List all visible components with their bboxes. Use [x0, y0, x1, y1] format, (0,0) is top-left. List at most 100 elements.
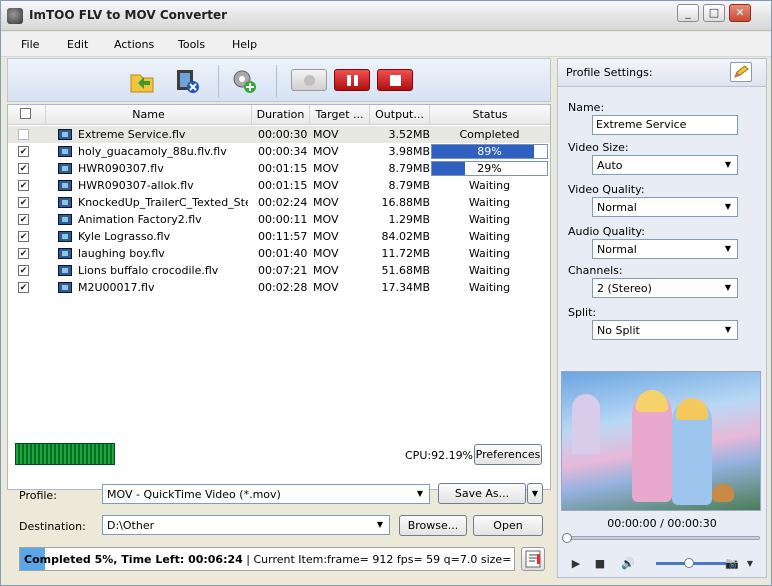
status-time-left: , Time Left: 00:06:24	[113, 553, 243, 566]
stop-button[interactable]	[377, 69, 413, 91]
volume-slider[interactable]	[656, 558, 728, 568]
playback-time: 00:00:00 / 00:00:30	[607, 517, 717, 530]
seek-handle[interactable]	[562, 533, 572, 543]
row-checkbox[interactable]	[18, 129, 29, 140]
menu-file[interactable]: File	[21, 38, 39, 51]
play-button[interactable]: ▶	[568, 556, 584, 572]
column-status[interactable]: Status	[430, 105, 550, 124]
select-all-header	[8, 105, 46, 124]
video-preview[interactable]	[561, 371, 761, 511]
table-row[interactable]: laughing boy.flv 00:01:40 MOV 11.72MB Waitin…	[8, 245, 550, 262]
cell-output: 8.79MB	[388, 179, 430, 192]
column-name[interactable]: Name	[46, 105, 252, 124]
cell-name: M2U00017.flv	[78, 281, 155, 294]
table-row[interactable]: Extreme Service.flv 00:00:30 MOV 3.52MB Comp…	[8, 126, 550, 143]
audio-quality-select[interactable]: Normal ▼	[592, 239, 738, 259]
split-select[interactable]: No Split ▼	[592, 320, 738, 340]
stop-playback-button[interactable]: ■	[592, 556, 608, 572]
row-checkbox[interactable]	[18, 282, 29, 293]
save-as-dropdown[interactable]: ▼	[527, 483, 543, 504]
cell-target: MOV	[313, 247, 339, 260]
video-quality-select[interactable]: Normal ▼	[592, 197, 738, 217]
waveform	[16, 444, 114, 464]
cell-name: Kyle Lograsso.flv	[78, 230, 171, 243]
close-button[interactable]: ✕	[729, 4, 751, 22]
play-icon: ▶	[571, 557, 581, 570]
destination-label: Destination:	[19, 520, 86, 533]
destination-select[interactable]: D:\Other ▼	[102, 515, 390, 535]
pause-icon	[347, 75, 351, 86]
preferences-button[interactable]: Preferences	[474, 444, 542, 465]
open-button[interactable]: Open	[473, 515, 543, 536]
seek-bar[interactable]	[562, 533, 760, 543]
row-checkbox[interactable]	[18, 146, 29, 157]
snapshot-dropdown[interactable]: ▼	[742, 556, 758, 572]
log-button[interactable]	[521, 547, 545, 571]
row-checkbox[interactable]	[18, 180, 29, 191]
chevron-down-icon: ▼	[724, 160, 732, 169]
column-target[interactable]: Target ...	[310, 105, 370, 124]
cell-name: holy_guacamoly_88u.flv.flv	[78, 145, 227, 158]
remove-button[interactable]	[173, 67, 201, 95]
add-file-button[interactable]	[128, 67, 156, 95]
snapshot-button[interactable]: 📷	[724, 556, 740, 572]
cell-name: KnockedUp_TrailerC_Texted_Ste...	[78, 196, 248, 209]
name-input[interactable]: Extreme Service	[592, 115, 738, 135]
menu-tools[interactable]: Tools	[178, 38, 205, 51]
cell-status: Waiting	[468, 264, 511, 277]
cell-duration: 00:07:21	[258, 264, 308, 277]
table-row[interactable]: HWR090307.flv 00:01:15 MOV 8.79MB 29%	[8, 160, 550, 177]
split-value: No Split	[597, 324, 640, 337]
preview-figure-hair	[636, 390, 668, 412]
preview-castle	[572, 394, 600, 454]
column-output[interactable]: Output...	[370, 105, 430, 124]
cell-output: 11.72MB	[381, 247, 430, 260]
edit-profile-button[interactable]	[730, 62, 752, 82]
save-as-button[interactable]: Save As...	[438, 483, 526, 504]
pause-button[interactable]	[334, 69, 370, 91]
table-row[interactable]: Lions buffalo crocodile.flv 00:07:21 MOV 51…	[8, 262, 550, 279]
table-row[interactable]: HWR090307-allok.flv 00:01:15 MOV 8.79MB Wait…	[8, 177, 550, 194]
select-all-checkbox[interactable]	[20, 108, 31, 119]
menu-edit[interactable]: Edit	[67, 38, 88, 51]
profile-label: Profile:	[19, 489, 57, 502]
row-checkbox[interactable]	[18, 248, 29, 259]
browse-button[interactable]: Browse...	[399, 515, 467, 536]
cell-duration: 00:01:40	[258, 247, 308, 260]
row-checkbox[interactable]	[18, 197, 29, 208]
profile-select[interactable]: MOV - QuickTime Video (*.mov) ▼	[102, 484, 430, 504]
cpu-usage: CPU:92.19%	[405, 449, 474, 462]
speaker-icon: 🔊	[621, 557, 635, 570]
channels-select[interactable]: 2 (Stereo) ▼	[592, 278, 738, 298]
stop-icon	[390, 75, 401, 86]
chevron-down-icon: ▼	[724, 202, 732, 211]
add-file-icon	[130, 74, 154, 93]
preview-cat	[712, 484, 734, 502]
video-size-select[interactable]: Auto ▼	[592, 155, 738, 175]
row-checkbox[interactable]	[18, 265, 29, 276]
table-row[interactable]: holy_guacamoly_88u.flv.flv 00:00:34 MOV 3.9…	[8, 143, 550, 160]
row-checkbox[interactable]	[18, 214, 29, 225]
window-title: ImTOO FLV to MOV Converter	[29, 8, 228, 22]
volume-handle[interactable]	[684, 558, 694, 568]
convert-button[interactable]	[291, 69, 327, 91]
cell-status: Waiting	[468, 213, 511, 226]
menu-actions[interactable]: Actions	[114, 38, 154, 51]
row-checkbox[interactable]	[18, 163, 29, 174]
minimize-button[interactable]: _	[677, 4, 699, 22]
table-row[interactable]: Animation Factory2.flv 00:00:11 MOV 1.29MB W…	[8, 211, 550, 228]
menu-help[interactable]: Help	[232, 38, 257, 51]
video-file-icon	[58, 180, 72, 191]
table-row[interactable]: M2U00017.flv 00:02:28 MOV 17.34MB Waiting	[8, 279, 550, 296]
maximize-button[interactable]: □	[703, 4, 725, 22]
cell-target: MOV	[313, 264, 339, 277]
column-duration[interactable]: Duration	[252, 105, 310, 124]
camera-icon: 📷	[725, 557, 739, 570]
cell-status: Completed	[459, 128, 520, 141]
volume-button[interactable]: 🔊	[620, 556, 636, 572]
table-row[interactable]: KnockedUp_TrailerC_Texted_Ste... 00:02:24…	[8, 194, 550, 211]
pause-icon	[354, 75, 358, 86]
add-profile-button[interactable]	[230, 67, 258, 95]
table-row[interactable]: Kyle Lograsso.flv 00:11:57 MOV 84.02MB Waiti…	[8, 228, 550, 245]
row-checkbox[interactable]	[18, 231, 29, 242]
